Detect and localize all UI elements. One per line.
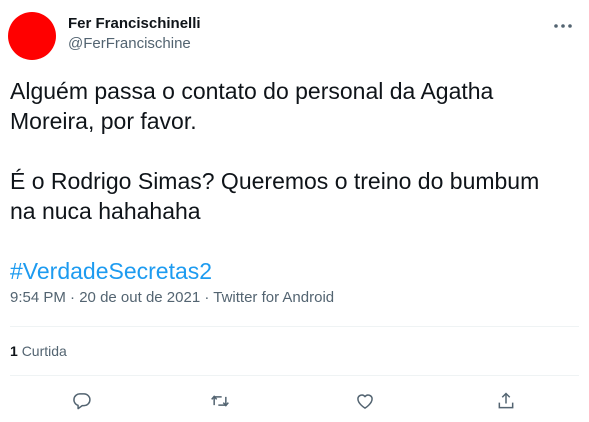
like-button[interactable]: [350, 386, 380, 416]
likes-stat[interactable]: 1 Curtida: [10, 341, 67, 361]
avatar[interactable]: [8, 12, 56, 60]
tweet-source[interactable]: Twitter for Android: [213, 289, 334, 306]
likes-label: Curtida: [21, 343, 67, 359]
action-bar: [0, 386, 589, 416]
likes-count: 1: [10, 343, 18, 359]
author-display-name[interactable]: Fer Francischinelli: [68, 14, 201, 34]
more-options-icon[interactable]: [553, 16, 573, 36]
tweet-text-line-1: Alguém passa o contato do personal da Ag…: [10, 78, 494, 134]
divider: [10, 375, 579, 376]
tweet-time[interactable]: 9:54 PM: [10, 289, 66, 306]
reply-icon: [73, 393, 91, 410]
tweet-date[interactable]: 20 de out de 2021: [79, 289, 200, 306]
hashtag-link[interactable]: #VerdadeSecretas2: [10, 258, 212, 284]
retweet-button[interactable]: [205, 386, 235, 416]
heart-icon: [357, 394, 373, 409]
author-names: Fer Francischinelli @FerFrancischine: [68, 14, 201, 54]
retweet-icon: [211, 395, 229, 407]
author-handle[interactable]: @FerFrancischine: [68, 34, 201, 54]
tweet-card: Fer Francischinelli @FerFrancischine Alg…: [0, 0, 589, 422]
divider: [10, 326, 579, 327]
meta-separator: ·: [200, 289, 214, 306]
meta-separator: ·: [65, 289, 80, 306]
share-button[interactable]: [491, 386, 521, 416]
share-icon: [498, 392, 514, 409]
tweet-text: Alguém passa o contato do personal da Ag…: [10, 76, 570, 286]
reply-button[interactable]: [67, 386, 97, 416]
tweet-meta: 9:54 PM · 20 de out de 2021 · Twitter fo…: [10, 288, 334, 308]
tweet-text-line-2: É o Rodrigo Simas? Queremos o treino do …: [10, 168, 540, 224]
